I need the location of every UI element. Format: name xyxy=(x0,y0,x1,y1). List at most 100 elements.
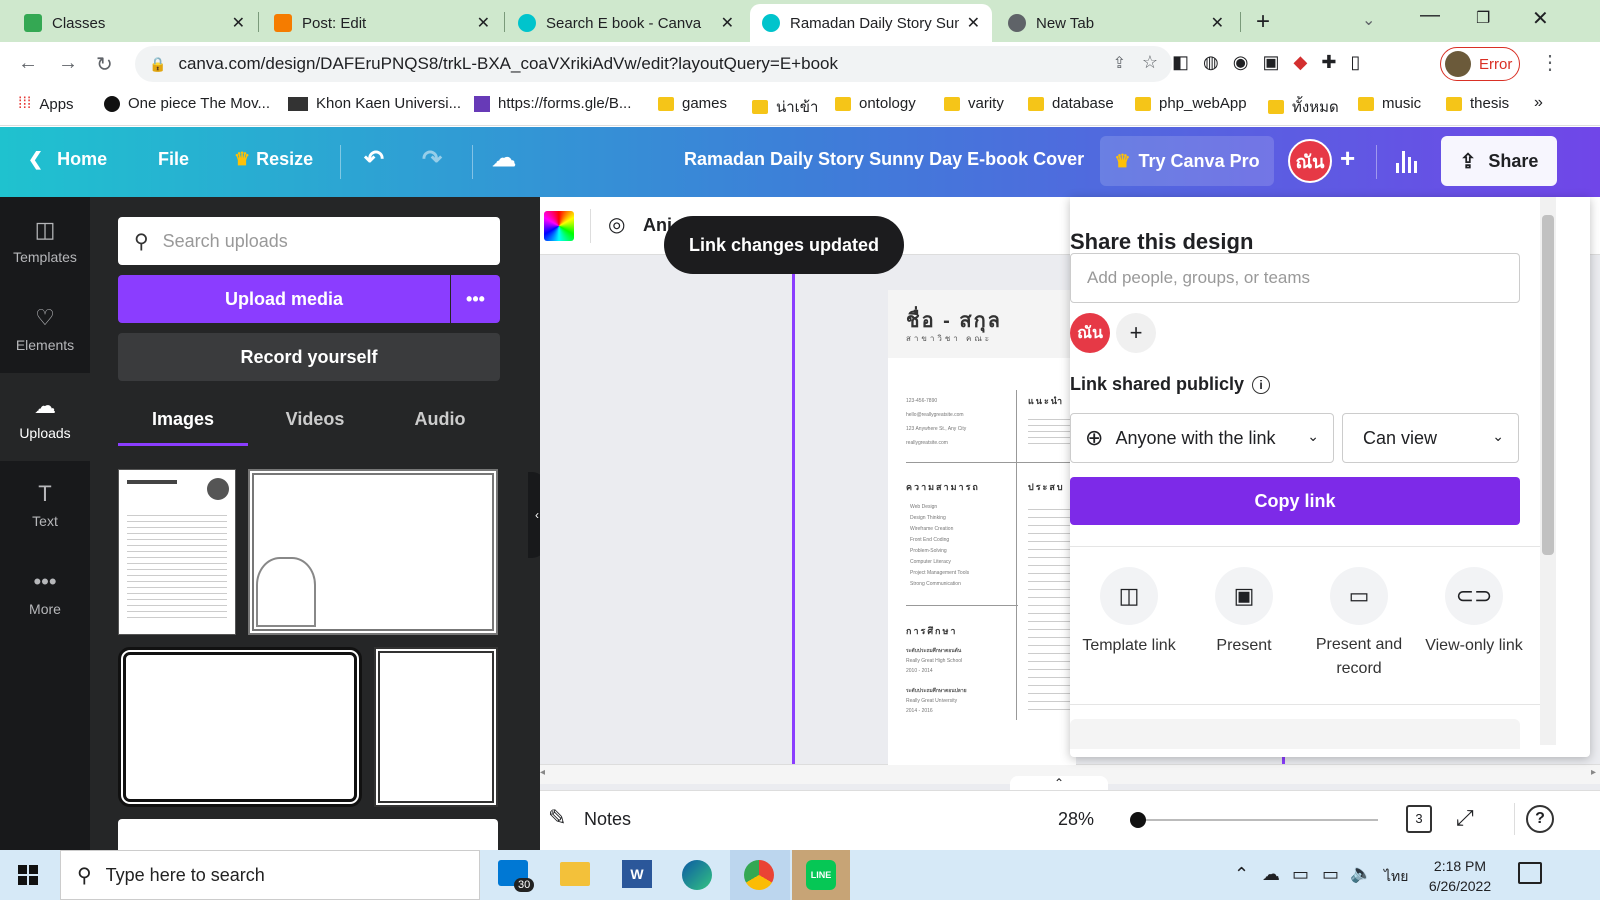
tray-chevron-icon[interactable]: ⌃ xyxy=(1234,864,1249,885)
add-collaborator-icon[interactable]: + xyxy=(1340,143,1355,174)
tab-audio[interactable]: Audio xyxy=(375,409,505,430)
upload-thumbnail-ornate-frame[interactable] xyxy=(118,647,362,807)
nav-text[interactable]: T Text xyxy=(0,461,90,549)
tab-ramadan-active[interactable]: Ramadan Daily Story Sunny ✕ xyxy=(750,4,992,42)
bookmark-folder-thai[interactable]: น่าเข้า xyxy=(752,95,818,119)
try-canva-pro-button[interactable]: ♛ Try Canva Pro xyxy=(1100,136,1274,186)
volume-icon[interactable]: 🔈 xyxy=(1350,863,1372,884)
back-icon[interactable]: ← xyxy=(18,52,38,75)
bookmark-apps[interactable]: ⁞⁞⁞ Apps xyxy=(18,95,74,113)
zoom-slider-thumb[interactable] xyxy=(1130,812,1146,828)
user-avatar[interactable]: ณัน xyxy=(1288,139,1332,183)
redo-icon[interactable]: ↷ xyxy=(422,145,442,174)
animate-icon[interactable]: ◎ xyxy=(608,212,625,237)
nav-elements[interactable]: ♡ Elements xyxy=(0,285,90,373)
scroll-left-icon[interactable]: ◂ xyxy=(540,767,545,778)
page-count-button[interactable]: 3 xyxy=(1406,805,1432,833)
close-icon[interactable]: ✕ xyxy=(477,13,490,33)
resize-button[interactable]: ♛ Resize xyxy=(234,149,313,170)
tab-new-tab[interactable]: New Tab ✕ xyxy=(996,4,1236,42)
share-scrollbar[interactable] xyxy=(1540,197,1556,745)
tab-search-ebook[interactable]: Search E book - Canva ✕ xyxy=(506,4,746,42)
link-permission-dropdown[interactable]: Can view ⌄ xyxy=(1342,413,1519,463)
extension-icon[interactable]: ◉ xyxy=(1233,52,1249,73)
extension-icon[interactable]: ◧ xyxy=(1172,52,1189,73)
bookmark-folder-all[interactable]: ทั้งหมด xyxy=(1268,95,1339,119)
bookmark-folder-games[interactable]: games xyxy=(658,95,727,112)
bookmark-folder-thesis[interactable]: thesis xyxy=(1446,95,1509,112)
bookmark-folder-music[interactable]: music xyxy=(1358,95,1421,112)
windows-start-icon[interactable] xyxy=(18,865,38,885)
info-icon[interactable]: i xyxy=(1252,375,1271,394)
puzzle-icon[interactable]: ✚ xyxy=(1321,52,1336,73)
tab-classes[interactable]: Classes ✕ xyxy=(12,4,257,42)
upload-thumbnail-border-frame[interactable] xyxy=(374,647,498,807)
url-bar[interactable]: 🔒 canva.com/design/DAFEruPNQS8/trkL-BXA_… xyxy=(135,46,1172,82)
line-taskbar-button[interactable]: LINE xyxy=(792,850,850,900)
bookmark-khon-kaen[interactable]: Khon Kaen Universi... xyxy=(288,95,461,112)
extension-icon[interactable]: ◆ xyxy=(1293,52,1307,73)
scroll-right-icon[interactable]: ▸ xyxy=(1591,767,1596,778)
battery-icon[interactable]: ▭ xyxy=(1322,864,1339,885)
design-title[interactable]: Ramadan Daily Story Sunny Day E-book Cov… xyxy=(684,149,1084,170)
edge-icon[interactable] xyxy=(682,860,712,890)
color-picker-icon[interactable] xyxy=(544,211,574,241)
copy-link-button[interactable]: Copy link xyxy=(1070,477,1520,525)
collaborator-avatar[interactable]: ณัน xyxy=(1070,313,1110,353)
forward-icon[interactable]: → xyxy=(58,52,78,75)
help-icon[interactable]: ? xyxy=(1526,805,1554,833)
upload-thumbnail-thai-frame[interactable] xyxy=(248,469,498,635)
minimize-icon[interactable]: — xyxy=(1420,4,1440,27)
cloud-saved-icon[interactable]: ☁ xyxy=(492,144,516,173)
new-tab-plus-icon[interactable]: + xyxy=(1256,8,1270,36)
language-indicator[interactable]: ไทย xyxy=(1384,866,1408,888)
bookmark-star-icon[interactable]: ☆ xyxy=(1142,52,1158,73)
close-icon[interactable]: ✕ xyxy=(967,13,980,33)
upload-thumbnail-partial[interactable] xyxy=(118,819,498,850)
bookmark-folder-ontology[interactable]: ontology xyxy=(835,95,916,112)
bookmarks-overflow-icon[interactable]: » xyxy=(1534,94,1543,112)
home-button[interactable]: ❮ Home xyxy=(28,149,107,170)
tab-post-edit[interactable]: Post: Edit ✕ xyxy=(262,4,502,42)
nav-templates[interactable]: ◫ Templates xyxy=(0,197,90,285)
network-icon[interactable]: ▭ xyxy=(1292,864,1309,885)
close-icon[interactable]: ✕ xyxy=(1211,13,1224,33)
add-people-input[interactable]: Add people, groups, or teams xyxy=(1070,253,1520,303)
share-option-view-only-link[interactable]: ⊂⊃ View-only link xyxy=(1415,567,1533,687)
profile-error-button[interactable]: Error xyxy=(1440,47,1520,81)
bookmark-folder-php[interactable]: php_webApp xyxy=(1135,95,1247,112)
file-explorer-icon[interactable] xyxy=(560,862,590,886)
onedrive-icon[interactable]: ☁ xyxy=(1262,864,1280,885)
nav-more[interactable]: ••• More xyxy=(0,549,90,637)
extension-icon[interactable]: ▣ xyxy=(1262,52,1279,73)
side-panel-icon[interactable]: ▯ xyxy=(1350,52,1360,73)
share-option-present[interactable]: ▣ Present xyxy=(1185,567,1303,687)
extension-icon[interactable]: ◍ xyxy=(1203,52,1219,73)
expand-pages-chevron-icon[interactable]: ⌃ xyxy=(1010,776,1108,790)
share-page-icon[interactable]: ⇪ xyxy=(1113,53,1126,73)
notifications-icon[interactable] xyxy=(1518,862,1542,884)
tab-search-chevron-icon[interactable]: ⌄ xyxy=(1362,10,1375,30)
close-icon[interactable]: ✕ xyxy=(721,13,734,33)
close-icon[interactable]: ✕ xyxy=(232,13,245,33)
zoom-percent[interactable]: 28% xyxy=(1058,809,1094,830)
restore-icon[interactable]: ❐ xyxy=(1476,8,1490,28)
fullscreen-icon[interactable]: ⤢ xyxy=(1456,805,1474,831)
chrome-taskbar-button[interactable] xyxy=(730,850,790,900)
upload-media-button[interactable]: Upload media xyxy=(118,275,450,323)
word-icon[interactable]: W xyxy=(622,860,652,888)
tab-videos[interactable]: Videos xyxy=(250,409,380,430)
share-button[interactable]: ⇪ Share xyxy=(1441,136,1557,186)
bookmark-folder-varity[interactable]: varity xyxy=(944,95,1004,112)
bookmark-folder-database[interactable]: database xyxy=(1028,95,1114,112)
upload-more-options-button[interactable]: ••• xyxy=(451,275,500,323)
reload-icon[interactable]: ↻ xyxy=(96,52,113,77)
taskbar-search[interactable]: ⚲ Type here to search xyxy=(60,850,480,900)
file-menu-button[interactable]: File xyxy=(158,149,189,170)
link-access-dropdown[interactable]: ⊕ Anyone with the link ⌄ xyxy=(1070,413,1334,463)
share-option-template-link[interactable]: ◫ Template link xyxy=(1070,567,1188,687)
resume-page[interactable]: ชื่อ - สกุล สาขาวิชา คณะ 123-456-7890 he… xyxy=(888,290,1076,765)
search-uploads-field[interactable]: ⚲ Search uploads xyxy=(118,217,500,265)
zoom-slider-track[interactable] xyxy=(1138,819,1378,821)
undo-icon[interactable]: ↶ xyxy=(364,145,384,174)
